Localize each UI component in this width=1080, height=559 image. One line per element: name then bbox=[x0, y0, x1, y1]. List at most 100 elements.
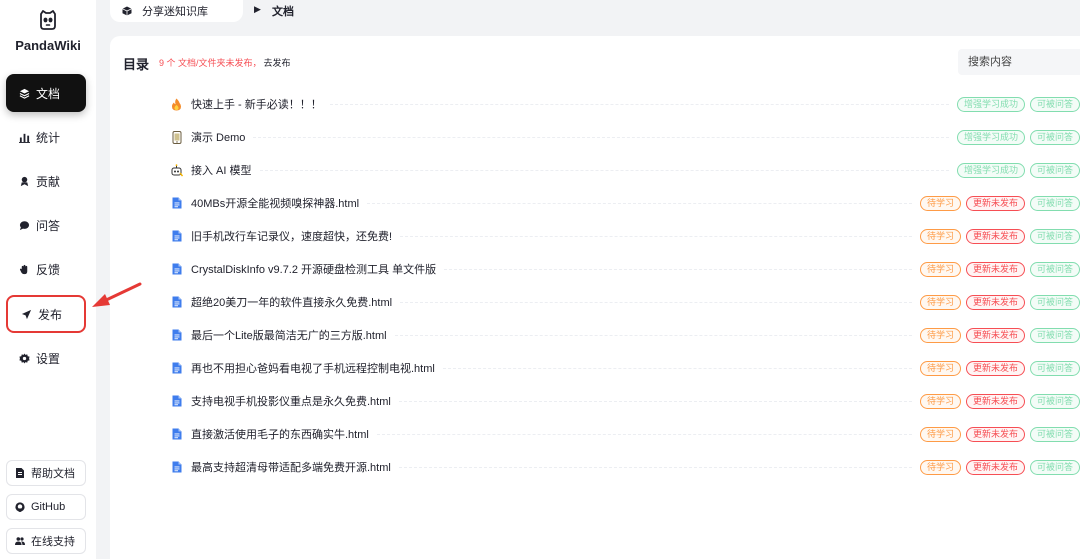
document-title[interactable]: 再也不用担心爸妈看电视了手机远程控制电视.html bbox=[191, 360, 435, 376]
status-tags: 增强学习成功 可被问答 bbox=[956, 129, 1080, 145]
document-row[interactable]: 演示 Demo 增强学习成功 可被问答 bbox=[170, 126, 1080, 148]
document-title[interactable]: 40MBs开源全能视频嗅探神器.html bbox=[191, 195, 359, 211]
document-row[interactable]: 40MBs开源全能视频嗅探神器.html 待学习 更新未发布 可被问答 bbox=[170, 192, 1080, 214]
document-title[interactable]: 旧手机改行车记录仪，速度超快，还免费! bbox=[191, 228, 392, 244]
sidebar-item-qa[interactable]: 问答 bbox=[6, 206, 86, 244]
status-badge: 可被问答 bbox=[1029, 228, 1080, 244]
app-name: PandaWiki bbox=[15, 38, 81, 53]
status-badge: 更新未发布 bbox=[965, 393, 1025, 409]
status-badge: 可被问答 bbox=[1029, 459, 1080, 475]
document-title[interactable]: 最后一个Lite版最简洁无广的三方版.html bbox=[191, 327, 387, 343]
sidebar-item-label: 贡献 bbox=[36, 174, 61, 189]
sidebar-item-label: 发布 bbox=[38, 307, 63, 322]
gear-icon bbox=[18, 352, 30, 364]
status-tags: 增强学习成功 可被问答 bbox=[956, 162, 1080, 178]
panda-logo-icon bbox=[40, 10, 56, 30]
row-divider bbox=[329, 103, 949, 105]
help-docs-button[interactable]: 帮助文档 bbox=[6, 460, 86, 486]
online-support-button[interactable]: 在线支持 bbox=[6, 528, 86, 554]
document-row[interactable]: 最后一个Lite版最简洁无广的三方版.html 待学习 更新未发布 可被问答 bbox=[170, 324, 1080, 346]
github-button[interactable]: GitHub bbox=[6, 494, 86, 520]
breadcrumb-current: 文档 bbox=[272, 6, 294, 18]
robot-icon bbox=[170, 163, 183, 177]
status-badge: 增强学习成功 bbox=[956, 96, 1025, 112]
document-row[interactable]: 旧手机改行车记录仪，速度超快，还免费! 待学习 更新未发布 可被问答 bbox=[170, 225, 1080, 247]
file-icon bbox=[170, 428, 183, 441]
annotation-arrow bbox=[92, 282, 142, 307]
status-badge: 更新未发布 bbox=[965, 195, 1025, 211]
row-divider bbox=[444, 268, 912, 270]
knowledge-base-name: 分享迷知识库 bbox=[142, 6, 208, 18]
row-divider bbox=[398, 400, 912, 402]
document-row[interactable]: 再也不用担心爸妈看电视了手机远程控制电视.html 待学习 更新未发布 可被问答 bbox=[170, 357, 1080, 379]
sidebar-item-label: 问答 bbox=[36, 218, 61, 233]
cube-icon bbox=[122, 6, 132, 16]
phone-icon bbox=[170, 130, 183, 144]
status-badge: 可被问答 bbox=[1029, 162, 1080, 178]
file-icon bbox=[170, 230, 183, 243]
status-badge: 待学习 bbox=[919, 294, 961, 310]
document-row[interactable]: 超绝20美刀一年的软件直接永久免费.html 待学习 更新未发布 可被问答 bbox=[170, 291, 1080, 313]
unpublished-count-text: 9 个 文档/文件夹未发布， bbox=[159, 58, 262, 68]
sidebar: PandaWiki 文档 统计 贡献 问答 反馈 发布 设置 帮助文档 GitH… bbox=[0, 0, 96, 559]
document-row[interactable]: CrystalDiskInfo v9.7.2 开源硬盘检测工具 单文件版 待学习更… bbox=[170, 258, 1080, 280]
send-icon bbox=[20, 308, 32, 320]
layers-icon bbox=[18, 87, 30, 99]
file-icon bbox=[170, 395, 183, 408]
status-badge: 更新未发布 bbox=[965, 294, 1025, 310]
document-row[interactable]: 直接激活使用毛子的东西确实牛.html 待学习 更新未发布 可被问答 bbox=[170, 423, 1080, 445]
status-tags: 待学习 更新未发布 可被问答 bbox=[919, 426, 1080, 442]
document-title[interactable]: 直接激活使用毛子的东西确实牛.html bbox=[191, 426, 369, 442]
status-tags: 待学习 更新未发布 可被问答 bbox=[919, 459, 1080, 475]
row-divider bbox=[400, 301, 912, 303]
chat-icon bbox=[18, 219, 30, 231]
page-title: 目录 bbox=[123, 57, 150, 72]
document-title[interactable]: 接入 AI 模型 bbox=[191, 162, 252, 178]
status-badge: 待学习 bbox=[919, 327, 961, 343]
help-docs-label: 帮助文档 bbox=[31, 468, 75, 480]
status-badge: 待学习 bbox=[919, 261, 961, 277]
status-tags: 待学习 更新未发布 可被问答 bbox=[919, 195, 1080, 211]
status-tags: 待学习 更新未发布 可被问答 bbox=[919, 393, 1080, 409]
document-title[interactable]: 最高支持超清母带适配多端免费开源.html bbox=[191, 459, 391, 475]
sidebar-item-publish[interactable]: 发布 bbox=[6, 295, 86, 333]
breadcrumb-caret-icon: ▶ bbox=[254, 4, 261, 14]
file-icon bbox=[170, 197, 183, 210]
status-badge: 待学习 bbox=[919, 426, 961, 442]
sidebar-item-feedback[interactable]: 反馈 bbox=[6, 250, 86, 288]
document-row[interactable]: 最高支持超清母带适配多端免费开源.html 待学习 更新未发布 可被问答 bbox=[170, 456, 1080, 478]
status-badge: 待学习 bbox=[919, 393, 961, 409]
document-title[interactable]: CrystalDiskInfo v9.7.2 开源硬盘检测工具 单文件版 bbox=[191, 261, 436, 277]
sidebar-item-label: 反馈 bbox=[36, 262, 61, 277]
status-badge: 可被问答 bbox=[1029, 195, 1080, 211]
status-tags: 待学习 更新未发布 可被问答 bbox=[919, 294, 1080, 310]
go-publish-link[interactable]: 去发布 bbox=[264, 58, 291, 68]
document-title[interactable]: 演示 Demo bbox=[191, 129, 245, 145]
document-title[interactable]: 超绝20美刀一年的软件直接永久免费.html bbox=[191, 294, 392, 310]
row-divider bbox=[442, 367, 912, 369]
document-title[interactable]: 支持电视手机投影仪重点是永久免费.html bbox=[191, 393, 391, 409]
file-icon bbox=[170, 461, 183, 474]
row-divider bbox=[376, 433, 912, 435]
knowledge-base-selector[interactable]: 分享迷知识库 bbox=[110, 0, 243, 22]
document-row[interactable]: 支持电视手机投影仪重点是永久免费.html 待学习 更新未发布 可被问答 bbox=[170, 390, 1080, 412]
status-tags: 增强学习成功 可被问答 bbox=[956, 96, 1080, 112]
status-badge: 可被问答 bbox=[1029, 360, 1080, 376]
search-input[interactable] bbox=[958, 49, 1080, 75]
status-badge: 更新未发布 bbox=[965, 261, 1025, 277]
sidebar-item-stats[interactable]: 统计 bbox=[6, 118, 86, 156]
document-row[interactable]: 接入 AI 模型 增强学习成功 可被问答 bbox=[170, 159, 1080, 181]
hand-icon bbox=[18, 263, 30, 275]
row-divider bbox=[259, 169, 949, 171]
status-badge: 更新未发布 bbox=[965, 228, 1025, 244]
status-badge: 更新未发布 bbox=[965, 327, 1025, 343]
sidebar-item-docs[interactable]: 文档 bbox=[6, 74, 86, 112]
document-title[interactable]: 快速上手 - 新手必读！！！ bbox=[191, 96, 322, 112]
status-tags: 待学习 更新未发布 可被问答 bbox=[919, 228, 1080, 244]
sidebar-item-settings[interactable]: 设置 bbox=[6, 339, 86, 377]
sidebar-item-label: 统计 bbox=[36, 130, 61, 145]
document-row[interactable]: 快速上手 - 新手必读！！！ 增强学习成功 可被问答 bbox=[170, 93, 1080, 115]
app-logo[interactable]: PandaWiki bbox=[0, 8, 96, 53]
online-support-label: 在线支持 bbox=[31, 536, 75, 548]
sidebar-item-contribute[interactable]: 贡献 bbox=[6, 162, 86, 200]
